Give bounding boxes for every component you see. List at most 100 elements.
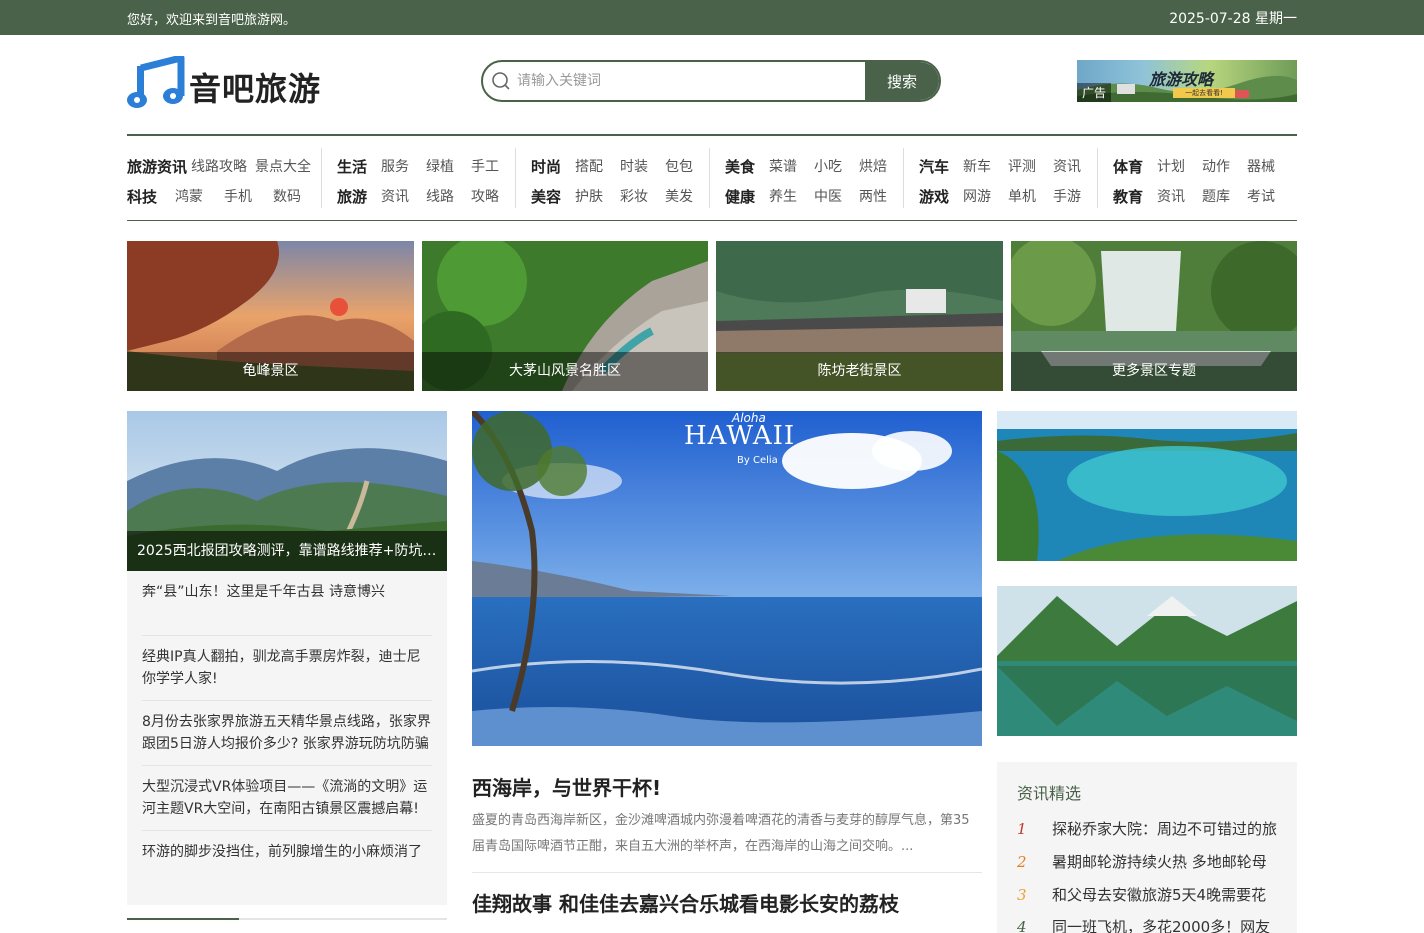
list-item[interactable]: 大型沉浸式VR体验项目——《流淌的文明》运河主题VR大空间，在南阳古镇景区震撼启…: [142, 765, 432, 820]
nav-item[interactable]: 服务: [381, 156, 409, 176]
search-button[interactable]: 搜索: [865, 62, 939, 100]
headline[interactable]: 西海岸，与世界干杯!: [472, 772, 661, 801]
nav-item[interactable]: 健康: [725, 186, 755, 207]
nav-item[interactable]: 资讯: [1157, 186, 1185, 206]
site-logo[interactable]: 音吧旅游: [127, 56, 337, 112]
nav-item[interactable]: 彩妆: [620, 186, 648, 206]
nav-item[interactable]: 时装: [620, 156, 648, 176]
nav-item[interactable]: 手工: [471, 156, 499, 176]
nav-item[interactable]: 器械: [1247, 156, 1275, 176]
nav-item[interactable]: 时尚: [531, 156, 561, 177]
search-icon: [492, 72, 510, 90]
mountain-lake-image: [997, 586, 1297, 736]
ad-subtitle: 一起去看看!: [1173, 88, 1235, 98]
nav-item[interactable]: 资讯: [1053, 156, 1081, 176]
nav-item[interactable]: 动作: [1202, 156, 1230, 176]
nav-item[interactable]: 教育: [1113, 186, 1143, 207]
nav-item[interactable]: 美发: [665, 186, 693, 206]
headline[interactable]: 佳翔故事 和佳佳去嘉兴合乐城看电影长安的荔枝: [472, 888, 899, 917]
nav-item[interactable]: 手机: [224, 186, 252, 206]
scenic-tile[interactable]: 大茅山风景名胜区: [422, 241, 708, 391]
nav-group-auto: 汽车 新车 评测 资讯 游戏 网游 单机 手游: [903, 148, 1097, 208]
ad-banner[interactable]: 旅游攻略 一起去看看! 广告: [1077, 60, 1297, 102]
news-picks-title: 资讯精选: [1017, 784, 1082, 803]
nav-item[interactable]: 景点大全: [255, 156, 311, 176]
nav-item[interactable]: 线路攻略: [191, 156, 247, 176]
nav-item[interactable]: 护肤: [575, 186, 603, 206]
news-row-text: 探秘乔家大院：周边不可错过的旅: [1052, 820, 1278, 838]
scenic-tile[interactable]: 陈坊老街景区: [716, 241, 1003, 391]
scenic-tile[interactable]: 更多景区专题: [1011, 241, 1297, 391]
nav-item[interactable]: 两性: [859, 186, 887, 206]
nav-item[interactable]: 攻略: [471, 186, 499, 206]
nav-item[interactable]: 包包: [665, 156, 693, 176]
nav-item[interactable]: 考试: [1247, 186, 1275, 206]
category-nav: 旅游资讯 线路攻略 景点大全 科技 鸿蒙 手机 数码 生活 服务 绿植 手工 旅…: [127, 134, 1297, 221]
left-hero[interactable]: 2025西北报团攻略测评，靠谱路线推荐+防坑指南: [127, 411, 447, 571]
news-row[interactable]: 1 探秘乔家大院：周边不可错过的旅: [1017, 818, 1292, 839]
nav-item[interactable]: 科技: [127, 186, 157, 207]
left-news-panel: 2025西北报团攻略测评，靠谱路线推荐+防坑指南 奔“县”山东！这里是千年古县 …: [127, 411, 447, 905]
nav-item[interactable]: 搭配: [575, 156, 603, 176]
news-row-text: 同一班飞机，多花2000多！网友: [1052, 918, 1271, 933]
tab-indicator: [127, 918, 447, 920]
nav-item[interactable]: 新车: [963, 156, 991, 176]
news-row[interactable]: 4 同一班飞机，多花2000多！网友: [1017, 916, 1292, 933]
news-row[interactable]: 3 和父母去安徽旅游5天4晚需要花: [1017, 884, 1292, 905]
search-bar: 搜索: [481, 60, 941, 102]
nav-item[interactable]: 小吃: [814, 156, 842, 176]
nav-item[interactable]: 美容: [531, 186, 561, 207]
nav-group-food: 美食 菜谱 小吃 烘焙 健康 养生 中医 两性: [709, 148, 903, 208]
music-note-logo-icon: [127, 56, 185, 108]
welcome-text: 您好，欢迎来到音吧旅游网。: [127, 13, 297, 28]
list-item[interactable]: 环游的脚步没挡住，前列腺增生的小麻烦消了: [142, 830, 432, 863]
tile-caption: 更多景区专题: [1011, 352, 1297, 391]
nav-item[interactable]: 游戏: [919, 186, 949, 207]
ad-title: 旅游攻略: [1149, 70, 1214, 89]
tile-caption: 龟峰景区: [127, 352, 414, 391]
nav-item[interactable]: 题库: [1202, 186, 1230, 206]
rank-number: 2: [1017, 853, 1027, 871]
nav-item[interactable]: 美食: [725, 156, 755, 177]
nav-item[interactable]: 烘焙: [859, 156, 887, 176]
nav-item[interactable]: 旅游资讯: [127, 156, 187, 177]
nav-item[interactable]: 汽车: [919, 156, 949, 177]
lagoon-image: [997, 411, 1297, 561]
news-row-text: 暑期邮轮游持续火热 多地邮轮母: [1052, 853, 1267, 871]
nav-item[interactable]: 体育: [1113, 156, 1143, 177]
list-item[interactable]: 8月份去张家界旅游五天精华景点线路，张家界跟团5日游人均报价多少? 张家界游玩防…: [142, 700, 432, 755]
nav-item[interactable]: 鸿蒙: [175, 186, 203, 206]
nav-item[interactable]: 中医: [814, 186, 842, 206]
nav-item[interactable]: 资讯: [381, 186, 409, 206]
tile-caption: 陈坊老街景区: [716, 352, 1003, 391]
hawaii-scene-image: [472, 411, 982, 746]
image-text-hawaii: HAWAII: [684, 421, 796, 451]
nav-item[interactable]: 手游: [1053, 186, 1081, 206]
nav-group-travel: 旅游资讯 线路攻略 景点大全 科技 鸿蒙 手机 数码: [127, 148, 321, 208]
side-image[interactable]: [997, 586, 1297, 736]
side-image[interactable]: [997, 411, 1297, 561]
nav-item[interactable]: 评测: [1008, 156, 1036, 176]
rank-number: 4: [1017, 918, 1027, 933]
featured-image[interactable]: Aloha HAWAII By Celia: [472, 411, 982, 746]
rank-number: 3: [1017, 886, 1027, 904]
image-text-by: By Celia: [737, 455, 778, 466]
nav-item[interactable]: 菜谱: [769, 156, 797, 176]
scenic-tile[interactable]: 龟峰景区: [127, 241, 414, 391]
search-input[interactable]: [517, 62, 862, 100]
nav-item[interactable]: 网游: [963, 186, 991, 206]
nav-item[interactable]: 数码: [273, 186, 301, 206]
logo-text: 音吧旅游: [189, 70, 322, 108]
nav-item[interactable]: 计划: [1157, 156, 1185, 176]
nav-item[interactable]: 线路: [426, 186, 454, 206]
nav-item[interactable]: 旅游: [337, 186, 367, 207]
nav-item[interactable]: 生活: [337, 156, 367, 177]
nav-item[interactable]: 养生: [769, 186, 797, 206]
list-item[interactable]: 奔“县”山东！这里是千年古县 诗意博兴: [142, 581, 432, 603]
news-row[interactable]: 2 暑期邮轮游持续火热 多地邮轮母: [1017, 851, 1292, 872]
list-item[interactable]: 经典IP真人翻拍，驯龙高手票房炸裂，迪士尼你学学人家!: [142, 635, 432, 690]
nav-group-sports: 体育 计划 动作 器械 教育 资讯 题库 考试: [1097, 148, 1291, 208]
nav-item[interactable]: 单机: [1008, 186, 1036, 206]
nav-item[interactable]: 绿植: [426, 156, 454, 176]
nav-group-life: 生活 服务 绿植 手工 旅游 资讯 线路 攻略: [321, 148, 515, 208]
